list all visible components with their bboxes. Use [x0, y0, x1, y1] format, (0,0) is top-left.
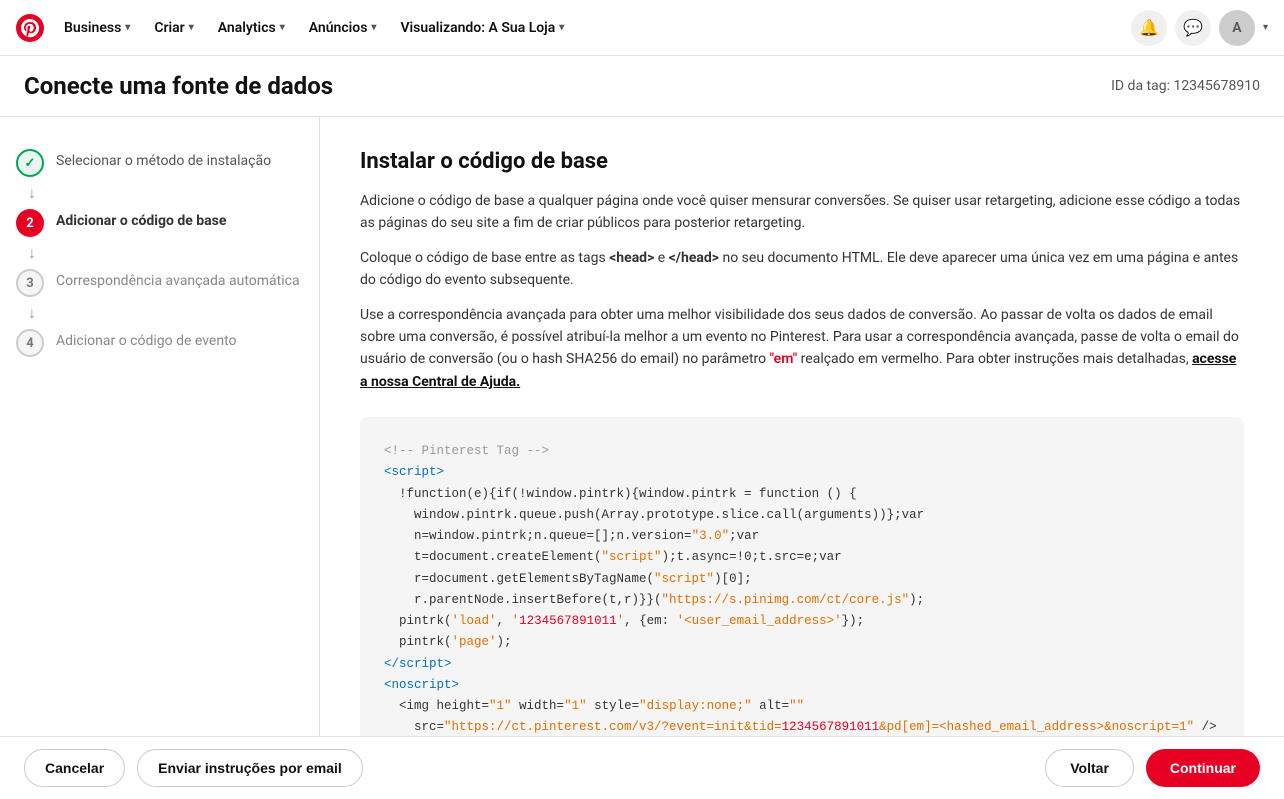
step-1-label: Selecionar o método de instalação	[56, 149, 271, 169]
back-button[interactable]: Voltar	[1045, 749, 1134, 787]
nav-criar[interactable]: Criar ▾	[142, 12, 205, 44]
messages-button[interactable]: 💬	[1175, 10, 1211, 46]
step-4-indicator: 4	[16, 329, 44, 357]
help-center-link[interactable]: acesse a nossa Central de Ajuda.	[360, 351, 1236, 389]
main-layout: ✓ Selecionar o método de instalação ↓ 2 …	[0, 117, 1284, 736]
chevron-down-icon: ▾	[280, 22, 285, 33]
content-title: Instalar o código de base	[360, 149, 1244, 174]
content-para-2: Coloque o código de base entre as tags <…	[360, 247, 1244, 292]
step-3: 3 Correspondência avançada automática	[16, 261, 303, 305]
continue-button[interactable]: Continuar	[1146, 749, 1260, 787]
nav-anuncios[interactable]: Anúncios ▾	[297, 12, 389, 44]
step-3-label: Correspondência avançada automática	[56, 269, 300, 289]
chevron-down-icon: ▾	[559, 22, 564, 33]
nav-business[interactable]: Business ▾	[52, 12, 142, 44]
step-1: ✓ Selecionar o método de instalação	[16, 141, 303, 185]
step-2: 2 Adicionar o código de base	[16, 201, 303, 245]
content-para-3: Use a correspondência avançada para obte…	[360, 304, 1244, 394]
content-para-1: Adicione o código de base a qualquer pág…	[360, 190, 1244, 235]
nav-visualizando[interactable]: Visualizando: A Sua Loja ▾	[388, 12, 576, 44]
code-block: <!-- Pinterest Tag --> <script> !functio…	[360, 417, 1244, 736]
step-2-label: Adicionar o código de base	[56, 209, 226, 229]
main-content: Instalar o código de base Adicione o cód…	[320, 117, 1284, 736]
chevron-down-icon: ▾	[125, 22, 130, 33]
nav-analytics[interactable]: Analytics ▾	[206, 12, 297, 44]
notifications-button[interactable]: 🔔	[1131, 10, 1167, 46]
step-arrow-3: ↓	[16, 305, 303, 321]
chevron-down-icon: ▾	[371, 22, 376, 33]
pinterest-logo[interactable]	[16, 14, 44, 42]
tag-id: ID da tag: 12345678910	[1111, 78, 1260, 94]
bottom-bar: Cancelar Enviar instruções por email Vol…	[0, 736, 1284, 799]
step-3-indicator: 3	[16, 269, 44, 297]
chevron-down-icon: ▾	[189, 22, 194, 33]
step-arrow-2: ↓	[16, 245, 303, 261]
step-4-label: Adicionar o código de evento	[56, 329, 237, 349]
topnav-right-controls: 🔔 💬 A ▾	[1131, 10, 1268, 46]
avatar[interactable]: A	[1219, 10, 1255, 46]
step-arrow-1: ↓	[16, 185, 303, 201]
page-title: Conecte uma fonte de dados	[24, 72, 333, 100]
step-4: 4 Adicionar o código de evento	[16, 321, 303, 365]
top-navigation: Business ▾ Criar ▾ Analytics ▾ Anúncios …	[0, 0, 1284, 56]
sidebar: ✓ Selecionar o método de instalação ↓ 2 …	[0, 117, 320, 736]
step-2-indicator: 2	[16, 209, 44, 237]
email-instructions-button[interactable]: Enviar instruções por email	[137, 749, 363, 787]
page-header: Conecte uma fonte de dados ID da tag: 12…	[0, 56, 1284, 117]
account-chevron-icon[interactable]: ▾	[1263, 22, 1268, 33]
bottom-right-actions: Voltar Continuar	[1045, 749, 1260, 787]
cancel-button[interactable]: Cancelar	[24, 749, 125, 787]
step-1-indicator: ✓	[16, 149, 44, 177]
